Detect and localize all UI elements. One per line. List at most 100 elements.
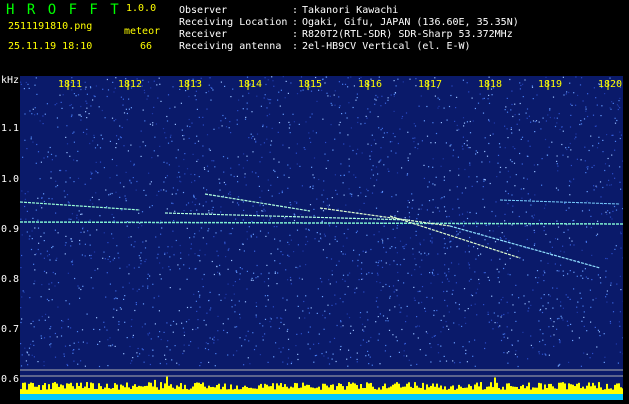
noise-speck	[558, 227, 559, 228]
noise-speck	[162, 267, 163, 268]
noise-speck	[157, 98, 158, 99]
noise-speck	[458, 129, 459, 130]
noise-speck	[585, 268, 586, 269]
noise-speck	[326, 352, 327, 353]
noise-speck	[290, 168, 291, 169]
noise-speck	[31, 323, 32, 324]
noise-speck	[38, 228, 39, 229]
noise-speck	[27, 352, 28, 353]
noise-speck	[261, 273, 262, 274]
level-bar	[80, 383, 82, 396]
noise-speck	[607, 258, 608, 259]
noise-speck	[406, 316, 407, 317]
noise-speck	[408, 157, 409, 158]
noise-speck	[322, 79, 323, 80]
noise-speck	[454, 121, 455, 122]
noise-speck	[557, 155, 558, 156]
noise-speck	[495, 241, 496, 242]
noise-speck	[236, 350, 237, 351]
noise-speck	[465, 251, 466, 252]
noise-speck	[550, 296, 551, 297]
noise-speck	[597, 147, 598, 148]
noise-speck	[533, 120, 534, 121]
noise-speck	[363, 291, 364, 292]
noise-speck	[82, 286, 83, 287]
noise-speck	[411, 275, 412, 276]
noise-speck	[441, 197, 442, 198]
noise-speck	[532, 87, 533, 88]
noise-speck	[443, 158, 444, 159]
noise-speck	[577, 302, 578, 303]
noise-speck	[347, 275, 348, 276]
noise-speck	[85, 87, 86, 88]
noise-speck	[61, 102, 62, 103]
noise-speck	[410, 237, 411, 238]
noise-speck	[232, 202, 233, 203]
noise-speck	[242, 268, 243, 269]
noise-speck	[239, 164, 240, 165]
noise-speck	[111, 233, 112, 234]
noise-speck	[440, 346, 441, 347]
noise-speck	[172, 231, 173, 232]
noise-speck	[190, 248, 191, 249]
noise-speck	[483, 113, 484, 114]
noise-speck	[384, 226, 385, 227]
noise-speck	[268, 273, 269, 274]
noise-speck	[469, 237, 470, 238]
noise-speck	[482, 199, 483, 200]
noise-speck	[619, 132, 620, 133]
noise-speck	[167, 175, 168, 176]
noise-speck	[511, 344, 512, 345]
noise-speck	[172, 194, 173, 195]
noise-speck	[161, 339, 162, 340]
noise-speck	[85, 101, 86, 102]
noise-speck	[476, 314, 477, 315]
noise-speck	[164, 332, 165, 333]
noise-speck	[489, 230, 490, 231]
noise-speck	[489, 161, 490, 162]
noise-speck	[192, 329, 193, 330]
noise-speck	[463, 221, 464, 222]
noise-speck	[530, 146, 531, 147]
noise-speck	[208, 171, 209, 172]
noise-speck	[548, 326, 549, 327]
noise-speck	[335, 236, 336, 237]
noise-speck	[78, 349, 79, 350]
noise-speck	[191, 182, 192, 183]
noise-speck	[129, 109, 130, 110]
noise-speck	[145, 247, 146, 248]
noise-speck	[567, 156, 568, 157]
noise-speck	[620, 189, 621, 190]
noise-speck	[166, 363, 167, 364]
noise-speck	[308, 132, 309, 133]
noise-speck	[560, 251, 561, 252]
noise-speck	[499, 325, 500, 326]
noise-speck	[221, 82, 222, 83]
noise-speck	[488, 119, 489, 120]
noise-speck	[590, 357, 591, 358]
noise-speck	[64, 356, 65, 357]
noise-speck	[518, 340, 519, 341]
noise-speck	[463, 117, 464, 118]
noise-speck	[422, 140, 423, 141]
noise-speck	[542, 340, 543, 341]
noise-speck	[521, 198, 522, 199]
noise-speck	[124, 112, 125, 113]
noise-speck	[213, 160, 214, 161]
noise-speck	[265, 84, 266, 85]
noise-speck	[287, 255, 288, 256]
noise-speck	[409, 212, 410, 213]
noise-speck	[421, 302, 422, 303]
noise-speck	[409, 79, 410, 80]
noise-speck	[459, 214, 460, 215]
noise-speck	[340, 175, 341, 176]
noise-speck	[323, 355, 324, 356]
noise-speck	[115, 77, 116, 78]
noise-speck	[611, 101, 612, 102]
noise-speck	[90, 200, 91, 201]
noise-speck	[283, 347, 284, 348]
noise-speck	[360, 192, 361, 193]
noise-speck	[498, 277, 499, 278]
noise-speck	[257, 134, 258, 135]
level-bar	[54, 382, 56, 396]
